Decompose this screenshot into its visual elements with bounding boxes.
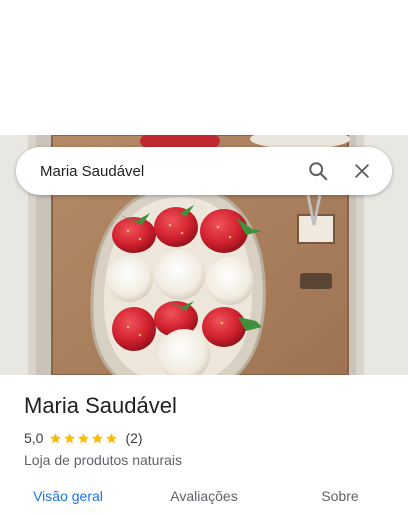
star-icon	[64, 432, 76, 443]
clear-button[interactable]	[344, 153, 380, 189]
review-count[interactable]: (2)	[125, 430, 142, 446]
star-icon	[106, 432, 118, 443]
rating-value: 5,0	[24, 430, 44, 446]
search-bar	[16, 147, 392, 195]
tab-reviews[interactable]: Avaliações	[136, 478, 272, 512]
star-icon	[92, 432, 104, 443]
place-info: Maria Saudável 5,0 (2) Loja de produtos …	[24, 392, 384, 468]
place-title: Maria Saudável	[24, 393, 177, 418]
tab-overview[interactable]: Visão geral	[0, 478, 136, 512]
search-button[interactable]	[300, 153, 336, 189]
rating-row[interactable]: 5,0 (2)	[24, 430, 384, 446]
place-category[interactable]: Loja de produtos naturais	[24, 452, 384, 468]
rating-stars	[49, 432, 119, 445]
search-input[interactable]	[40, 162, 292, 180]
star-icon	[78, 432, 90, 443]
place-tabs: Visão geral Avaliações Sobre	[0, 478, 408, 512]
tab-about[interactable]: Sobre	[272, 478, 408, 512]
search-icon	[309, 162, 328, 181]
close-icon	[355, 164, 369, 178]
star-icon	[50, 432, 62, 443]
